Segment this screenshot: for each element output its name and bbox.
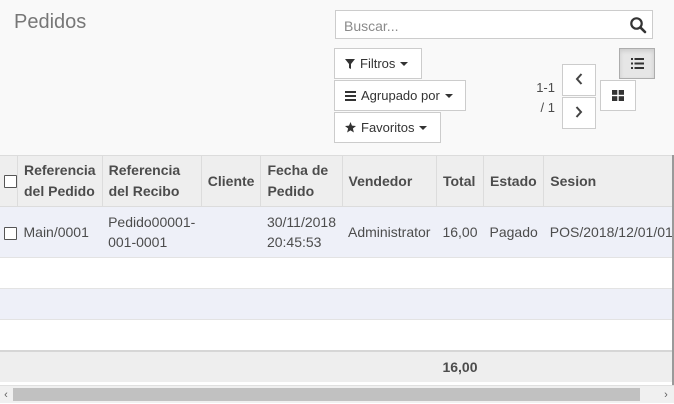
search-icon[interactable]	[629, 16, 647, 34]
cell-ref-order[interactable]: Main/0001	[17, 206, 103, 258]
column-header-client[interactable]: Cliente	[200, 155, 261, 207]
column-header-ref-receipt[interactable]: Referencia del Recibo	[101, 155, 202, 207]
page-title: Pedidos	[14, 11, 87, 33]
star-icon	[345, 122, 356, 133]
column-header-total[interactable]: Total	[435, 155, 484, 207]
row-select-cell	[0, 206, 18, 258]
chevron-left-icon	[575, 72, 583, 88]
footer-total: 16,00	[436, 349, 484, 382]
control-panel: Pedidos Filtros Agrupado por Favoritos	[0, 0, 674, 155]
favorites-button[interactable]: Favoritos	[334, 112, 441, 143]
column-header-state[interactable]: Estado	[483, 155, 544, 207]
search-input[interactable]	[342, 15, 626, 37]
table-footer-row: 16,00	[0, 349, 672, 382]
chevron-right-icon	[575, 105, 583, 121]
pager-previous-button[interactable]	[562, 64, 596, 96]
filter-icon	[345, 58, 355, 69]
table-header-row: Referencia del Pedido Referencia del Rec…	[0, 155, 672, 207]
select-all-cell	[0, 155, 18, 207]
kanban-view-button[interactable]	[600, 80, 636, 111]
cell-session[interactable]: POS/2018/12/01/01	[543, 206, 672, 258]
table-row[interactable]: Main/0001 Pedido00001-001-0001 30/11/201…	[0, 206, 672, 258]
empty-row	[0, 288, 672, 320]
empty-row	[0, 257, 672, 289]
group-by-label: Agrupado por	[361, 88, 440, 103]
caret-down-icon	[444, 93, 453, 98]
select-all-checkbox[interactable]	[4, 175, 17, 189]
kanban-view-icon	[612, 88, 624, 104]
pager-range[interactable]: 1-1	[531, 78, 555, 98]
group-by-button[interactable]: Agrupado por	[334, 80, 466, 111]
cell-total[interactable]: 16,00	[436, 206, 484, 258]
caret-down-icon	[400, 61, 409, 66]
row-checkbox[interactable]	[4, 226, 17, 240]
cell-state[interactable]: Pagado	[483, 206, 544, 258]
cell-client[interactable]	[201, 206, 261, 258]
list-view-icon	[630, 56, 644, 72]
orders-table-container: Referencia del Pedido Referencia del Rec…	[0, 155, 674, 385]
bars-icon	[345, 90, 356, 101]
caret-down-icon	[419, 125, 428, 130]
column-header-seller[interactable]: Vendedor	[341, 155, 437, 207]
column-header-session[interactable]: Sesion	[543, 155, 672, 207]
orders-table: Referencia del Pedido Referencia del Rec…	[0, 155, 672, 382]
column-header-date[interactable]: Fecha de Pedido	[260, 155, 342, 207]
pager-total: / 1	[540, 100, 555, 115]
cell-date[interactable]: 30/11/2018 20:45:53	[260, 206, 342, 258]
favorites-label: Favoritos	[361, 120, 415, 135]
empty-row	[0, 319, 672, 351]
cell-ref-receipt[interactable]: Pedido00001-001-0001	[102, 206, 202, 258]
horizontal-scrollbar[interactable]: ‹ ›	[0, 385, 674, 403]
filters-label: Filtros	[360, 56, 396, 71]
scroll-right-icon[interactable]: ›	[660, 388, 672, 401]
search-box[interactable]	[335, 10, 653, 39]
filters-button[interactable]: Filtros	[334, 48, 422, 79]
scrollbar-thumb[interactable]	[13, 388, 640, 401]
pager-next-button[interactable]	[562, 97, 596, 129]
scroll-left-icon[interactable]: ‹	[0, 388, 12, 401]
list-view-button[interactable]	[619, 48, 655, 79]
pager-value[interactable]: 1-1 / 1	[531, 78, 555, 118]
cell-seller[interactable]: Administrator	[342, 206, 437, 258]
column-header-ref-order[interactable]: Referencia del Pedido	[17, 155, 103, 207]
